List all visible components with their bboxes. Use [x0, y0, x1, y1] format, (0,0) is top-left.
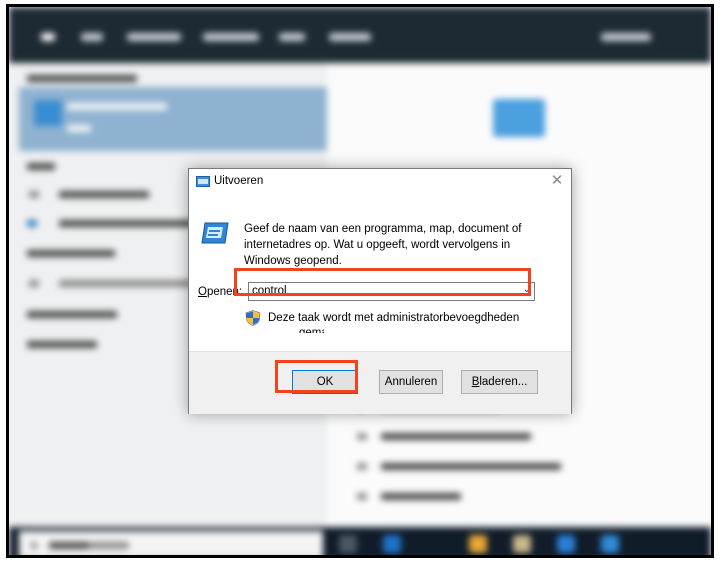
admin-notice-continued: gemaakt.	[299, 327, 324, 333]
dialog-title: Uitvoeren	[214, 175, 264, 187]
blurred-result	[59, 280, 209, 287]
blurred-tab	[601, 33, 651, 41]
blurred-tab	[279, 33, 305, 41]
blurred-heading	[27, 163, 55, 170]
blurred-heading	[27, 250, 115, 257]
run-program-icon	[201, 222, 229, 244]
blurred-icon	[357, 493, 367, 500]
control-panel-large-icon	[493, 99, 545, 137]
blurred-text	[49, 542, 89, 549]
blurred-tab	[81, 33, 103, 41]
blurred-tab	[127, 33, 181, 41]
taskbar-icon	[469, 535, 487, 553]
taskbar-icon	[601, 535, 619, 553]
blurred-icon	[31, 542, 37, 549]
blurred-icon	[357, 463, 367, 470]
search-top-bar	[9, 7, 711, 63]
taskbar-icon	[557, 535, 575, 553]
blurred-tab	[329, 33, 371, 41]
blurred-icon	[27, 220, 37, 227]
blurred-heading	[27, 341, 97, 348]
blurred-icon	[29, 191, 39, 198]
browse-button[interactable]: Bladeren...	[461, 370, 538, 394]
close-icon[interactable]: ✕	[549, 172, 565, 190]
blurred-result	[59, 191, 149, 198]
uac-shield-icon	[245, 310, 261, 326]
taskbar-icon	[513, 535, 531, 553]
blurred-text	[381, 493, 461, 500]
run-dialog-icon	[196, 176, 210, 187]
best-match-item	[19, 87, 327, 151]
blurred-icon	[29, 280, 39, 287]
blurred-result	[59, 220, 199, 227]
admin-notice: Deze taak wordt met administratorbevoegd…	[268, 312, 520, 324]
blurred-text	[381, 463, 561, 470]
cancel-button[interactable]: Annuleren	[379, 370, 443, 394]
blurred-heading	[27, 75, 137, 82]
blurred-text	[381, 433, 531, 440]
taskbar-search-box	[19, 531, 323, 555]
blurred-tab	[203, 33, 259, 41]
blurred-text	[67, 103, 167, 110]
blurred-tab	[41, 33, 55, 41]
control-panel-icon	[34, 100, 62, 126]
blurred-heading	[27, 311, 117, 318]
taskbar-icon	[339, 535, 357, 553]
input-highlight-box	[234, 268, 531, 296]
blurred-text	[89, 542, 129, 549]
blurred-text	[67, 125, 91, 132]
browse-label: laderen...	[479, 376, 528, 388]
blurred-icon	[357, 433, 367, 440]
ok-highlight-box	[275, 360, 358, 393]
dialog-description: Geef de naam van een programma, map, doc…	[244, 223, 522, 267]
dialog-titlebar: Uitvoeren ✕	[189, 169, 571, 195]
taskbar-icon	[383, 535, 401, 553]
open-label-accesskey: O	[198, 286, 207, 298]
